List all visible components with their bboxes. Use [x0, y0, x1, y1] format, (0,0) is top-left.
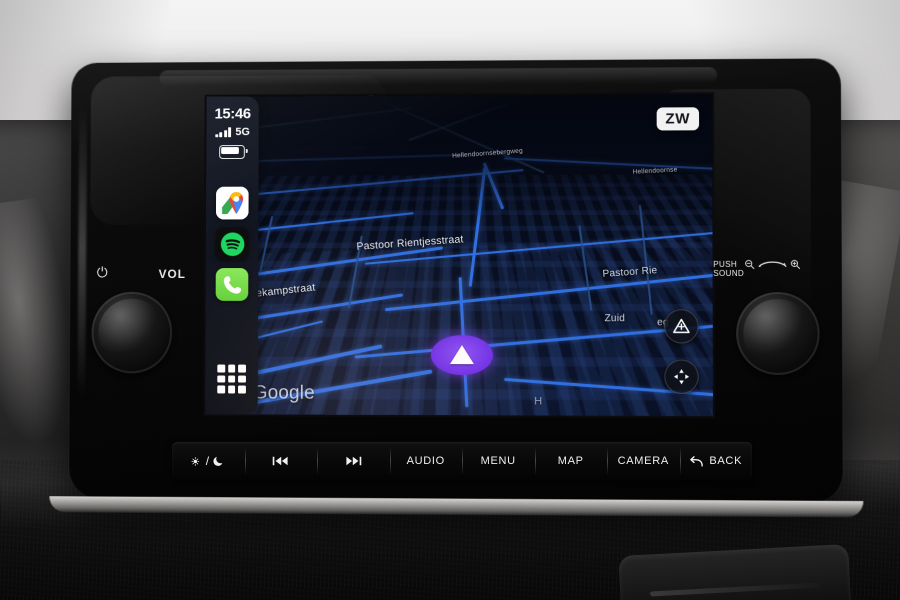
power-icon: ⏻	[96, 264, 109, 280]
sun-moon-icon	[191, 456, 199, 466]
status-network-label: 5G	[235, 126, 250, 139]
moon-icon	[213, 456, 223, 466]
sidebar-app-phone[interactable]	[215, 268, 249, 301]
screenshot-root: Hellendoornsebergweg Hellendoornse Pasto…	[0, 0, 900, 600]
street-label: Zuid	[604, 313, 626, 325]
status-signal: 5G	[206, 126, 258, 139]
map-horizon-fade	[206, 94, 713, 226]
phone-icon	[223, 275, 241, 294]
back-label: BACK	[709, 455, 743, 467]
grid-dot	[217, 375, 225, 383]
camera-button[interactable]: CAMERA	[607, 442, 680, 480]
bezel-edge-highlight	[77, 102, 88, 399]
back-button[interactable]: BACK	[679, 442, 753, 480]
push-sound-line2: SOUND	[713, 268, 745, 278]
grid-dot	[238, 375, 246, 383]
previous-track-button[interactable]	[244, 442, 318, 480]
next-icon	[346, 456, 362, 466]
alert-triangle-icon	[672, 317, 690, 335]
back-arrow-icon	[690, 455, 704, 467]
grid-dot	[227, 364, 236, 373]
recenter-button[interactable]	[664, 359, 699, 394]
grid-dot	[227, 385, 236, 394]
map-button[interactable]: MAP	[534, 442, 608, 480]
sidebar-app-google-maps[interactable]	[215, 186, 249, 220]
carplay-sidebar: 15:46 5G	[205, 96, 259, 415]
map-canvas[interactable]: Hellendoornsebergweg Hellendoornse Pasto…	[205, 94, 714, 417]
day-night-button[interactable]: /	[172, 442, 245, 480]
grid-dot	[238, 364, 247, 373]
sidebar-app-spotify[interactable]	[215, 227, 249, 261]
slash-separator: /	[205, 454, 210, 468]
pan-arrows-icon	[673, 369, 690, 385]
street-label: H	[534, 395, 543, 408]
google-maps-icon	[215, 186, 249, 220]
zoom-in-icon	[790, 259, 801, 270]
report-incident-button[interactable]	[664, 309, 699, 344]
position-marker	[430, 334, 494, 376]
tune-sound-knob[interactable]	[736, 292, 820, 376]
battery-icon	[219, 145, 245, 160]
rotate-arrow-icon	[757, 259, 788, 270]
infotainment-display[interactable]: Hellendoornsebergweg Hellendoornse Pasto…	[205, 94, 714, 417]
grid-dot	[238, 385, 246, 394]
signal-bars-icon	[215, 127, 232, 138]
next-track-button[interactable]	[317, 442, 390, 480]
region-badge: ZW	[656, 107, 700, 131]
menu-button[interactable]: MENU	[462, 442, 535, 480]
push-sound-label: PUSH SOUND	[713, 260, 744, 278]
audio-button[interactable]: AUDIO	[389, 442, 463, 480]
grid-dot	[217, 364, 225, 373]
push-sound-line1: PUSH	[713, 259, 738, 269]
volume-knob[interactable]	[91, 291, 173, 374]
grid-dot	[227, 375, 236, 383]
bezel-chamfer	[159, 67, 718, 87]
spotify-icon	[220, 231, 244, 256]
grid-dot	[217, 385, 225, 394]
sidebar-app-grid-button[interactable]	[217, 364, 247, 394]
zoom-out-icon	[744, 259, 755, 270]
head-unit: Hellendoornsebergweg Hellendoornse Pasto…	[49, 58, 864, 518]
status-time: 15:46	[214, 105, 251, 123]
hard-key-bar: / AUDIO MENU MAP CAMERA BACK	[172, 442, 752, 480]
volume-label: VOL	[158, 267, 186, 281]
google-watermark: Google	[252, 382, 315, 404]
zoom-knob-legend	[744, 259, 801, 270]
previous-icon	[272, 456, 288, 466]
navigation-arrow-icon	[449, 345, 474, 365]
